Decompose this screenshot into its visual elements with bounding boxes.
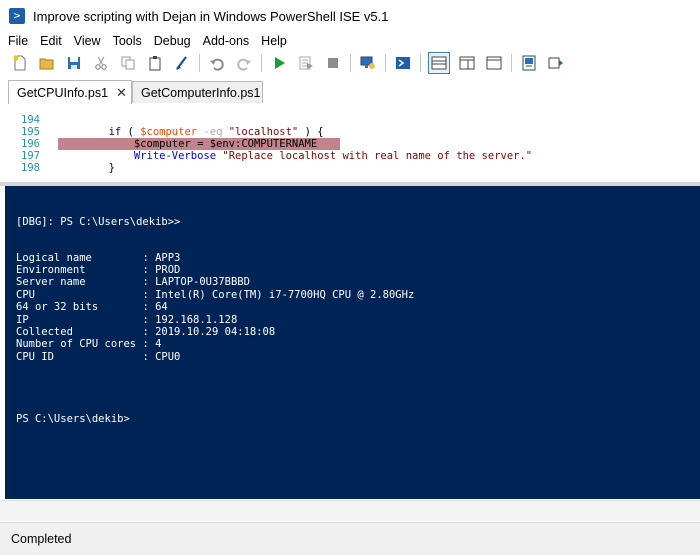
powershell-console-icon[interactable]: [393, 53, 413, 73]
horizontal-scrollbar[interactable]: [0, 500, 700, 521]
output-row: Collected : 2019.10.29 04:18:08: [16, 326, 275, 338]
output-label: CPU: [16, 289, 143, 301]
menu-file[interactable]: File: [0, 32, 34, 50]
output-value: APP3: [155, 252, 181, 264]
output-row: Server name : LAPTOP-0U37BBBD: [16, 276, 250, 288]
output-row: CPU ID : CPU0: [16, 351, 180, 363]
tab-label: GetCPUInfo.ps1: [17, 85, 109, 100]
code-line: 196 Write-Verbose "Replace localhost wit…: [0, 126, 532, 162]
output-value: LAPTOP-0U37BBBD: [155, 276, 250, 288]
toolbar-separator: [261, 54, 262, 72]
console-prompt: PS C:\Users\dekib>: [16, 413, 130, 425]
show-commands-icon[interactable]: [519, 53, 539, 73]
code-line: 194 if ( $computer -eq "localhost" ) {: [0, 104, 324, 138]
output-separator: :: [142, 252, 156, 264]
copy-icon[interactable]: [118, 53, 138, 73]
output-value: Intel(R) Core(TM) i7-7700HQ CPU @ 2.80GH…: [155, 289, 415, 301]
status-bar: Completed: [0, 522, 700, 555]
open-icon[interactable]: [37, 53, 57, 73]
tab-label: GetComputerInfo.ps1: [141, 85, 261, 100]
output-separator: :: [142, 351, 156, 363]
layout-top-icon[interactable]: [428, 52, 450, 74]
tab-bar: GetCPUInfo.ps1 ✕ GetComputerInfo.ps1: [0, 78, 700, 105]
menu-addons[interactable]: Add-ons: [197, 32, 256, 50]
code-line: 195 $computer = $env:COMPUTERNAME: [0, 114, 340, 150]
toolbar-separator: [350, 54, 351, 72]
output-label: Environment: [16, 264, 143, 276]
output-row: Logical name : APP3: [16, 252, 180, 264]
output-separator: :: [142, 301, 156, 313]
menu-debug[interactable]: Debug: [148, 32, 197, 50]
output-label: 64 or 32 bits: [16, 301, 143, 313]
highlighted-code: $computer = $env:COMPUTERNAME: [58, 138, 340, 150]
output-row: IP : 192.168.1.128: [16, 314, 237, 326]
status-text: Completed: [11, 532, 72, 546]
output-label: CPU ID: [16, 351, 143, 363]
toolbar-separator: [420, 54, 421, 72]
toolbar-separator: [511, 54, 512, 72]
output-separator: :: [142, 289, 156, 301]
cut-icon[interactable]: [91, 53, 111, 73]
debug-prompt: [DBG]: PS C:\Users\dekib>>: [16, 216, 181, 228]
code-text: Write-Verbose "Replace localhost with re…: [133, 150, 533, 162]
output-value: CPU0: [155, 351, 181, 363]
output-label: IP: [16, 314, 143, 326]
code-line: 197 }: [0, 138, 115, 174]
output-separator: :: [142, 314, 156, 326]
undo-icon[interactable]: [207, 53, 227, 73]
save-icon[interactable]: [64, 53, 84, 73]
output-value: 2019.10.29 04:18:08: [155, 326, 276, 338]
run-selection-icon[interactable]: [296, 53, 316, 73]
output-value: 192.168.1.128: [155, 314, 238, 326]
output-separator: :: [142, 264, 156, 276]
toolbar-separator: [199, 54, 200, 72]
output-row: Environment : PROD: [16, 264, 180, 276]
output-label: Collected: [16, 326, 143, 338]
output-label: Server name: [16, 276, 143, 288]
layout-max-icon[interactable]: [484, 53, 504, 73]
menu-tools[interactable]: Tools: [107, 32, 148, 50]
menu-view[interactable]: View: [68, 32, 107, 50]
output-separator: :: [142, 276, 156, 288]
output-label: Logical name: [16, 252, 143, 264]
output-row: 64 or 32 bits : 64: [16, 301, 168, 313]
output-separator: :: [142, 326, 156, 338]
paste-icon[interactable]: [145, 53, 165, 73]
toolbar: ⌄: [0, 50, 700, 117]
output-value: 64: [155, 301, 168, 313]
output-label: Number of CPU cores: [16, 338, 143, 350]
clear-icon[interactable]: [172, 53, 192, 73]
output-separator: :: [142, 338, 156, 350]
close-icon[interactable]: ✕: [116, 85, 127, 101]
console-pane[interactable]: [DBG]: PS C:\Users\dekib>> Logical name …: [5, 186, 700, 499]
stop-icon[interactable]: [323, 53, 343, 73]
output-value: 4: [155, 338, 162, 350]
new-icon[interactable]: [10, 53, 30, 73]
line-number: 198: [21, 162, 40, 174]
tab-getcpuinfo[interactable]: GetCPUInfo.ps1 ✕: [8, 80, 132, 104]
code-text: }: [58, 162, 115, 174]
output-row: CPU : Intel(R) Core(TM) i7-7700HQ CPU @ …: [16, 289, 414, 301]
toolbar-separator: [385, 54, 386, 72]
menu-help[interactable]: Help: [255, 32, 293, 50]
menu-edit[interactable]: Edit: [34, 32, 68, 50]
output-row: Number of CPU cores : 4: [16, 338, 161, 350]
remote-powershell-icon[interactable]: [358, 53, 378, 73]
show-addon-icon[interactable]: [546, 53, 566, 73]
run-icon[interactable]: [269, 53, 289, 73]
title-bar: > Improve scripting with Dejan in Window…: [0, 0, 700, 32]
menu-bar: File Edit View Tools Debug Add-ons Help: [0, 32, 700, 50]
output-value: PROD: [155, 264, 181, 276]
code-text: if ( $computer -eq "localhost" ) {: [58, 126, 324, 138]
code-line: 198: [0, 150, 40, 174]
script-editor[interactable]: 194 if ( $computer -eq "localhost" ) { 1…: [0, 104, 700, 182]
redo-icon[interactable]: [234, 53, 254, 73]
powershell-icon: >: [9, 8, 25, 24]
tab-getcomputerinfo[interactable]: GetComputerInfo.ps1: [132, 81, 263, 103]
layout-right-icon[interactable]: [457, 53, 477, 73]
window-title: Improve scripting with Dejan in Windows …: [33, 8, 389, 24]
